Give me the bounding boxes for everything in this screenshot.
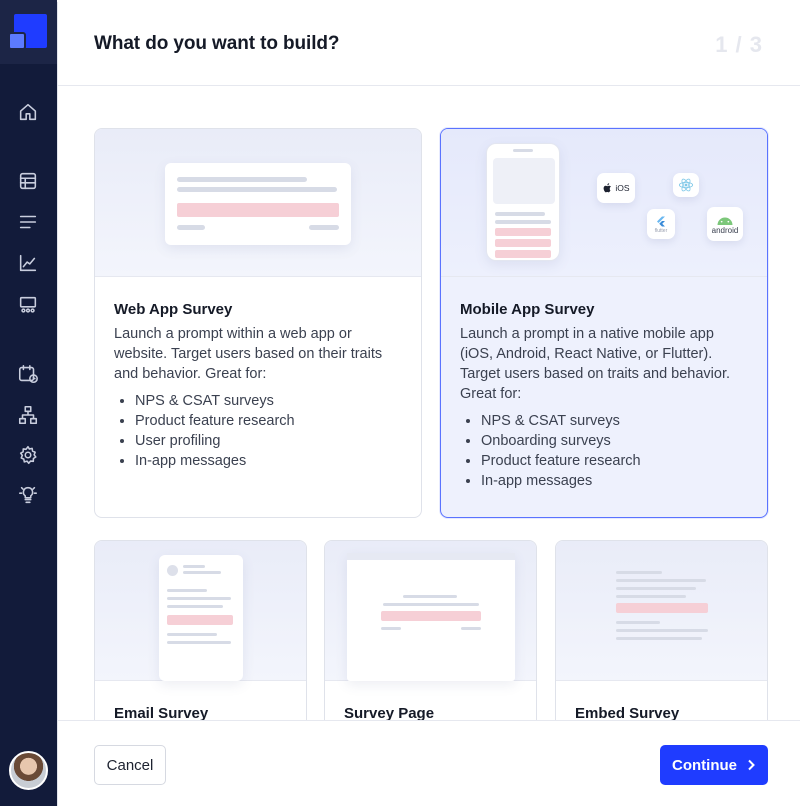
email-preview (95, 541, 306, 681)
list-icon[interactable] (16, 210, 40, 234)
flutter-icon: flutter (647, 209, 675, 239)
web-app-preview (95, 129, 421, 277)
embed-survey-card[interactable]: Embed Survey (555, 540, 768, 720)
list-item: In-app messages (114, 451, 295, 471)
platform-label: android (711, 225, 739, 235)
web-app-survey-card[interactable]: Web App Survey Launch a prompt within a … (94, 128, 422, 518)
mobile-app-preview: iOS flutter android (441, 129, 767, 277)
react-icon (673, 173, 699, 197)
card-title: Mobile App Survey (460, 301, 595, 318)
survey-type-grid: Web App Survey Launch a prompt within a … (58, 87, 800, 720)
embed-preview (556, 541, 767, 681)
home-icon[interactable] (16, 100, 40, 124)
avatar[interactable] (9, 751, 48, 790)
gear-icon[interactable] (16, 443, 40, 467)
list-item: Product feature research (460, 451, 641, 471)
list-item: NPS & CSAT surveys (114, 391, 295, 411)
card-description: Launch a prompt within a web app or webs… (114, 326, 383, 382)
card-title: Embed Survey (575, 705, 680, 720)
step-counter: 1 / 3 (715, 32, 763, 57)
card-description: Launch a prompt in a native mobile app (… (460, 326, 731, 402)
card-title: Email Survey (114, 705, 209, 720)
dialog-header: What do you want to build? 1 / 3 (58, 2, 800, 86)
dialog-title: What do you want to build? (94, 33, 340, 54)
survey-page-preview (325, 541, 536, 681)
logo-area[interactable] (0, 0, 57, 64)
use-case-list: NPS & CSAT surveys Onboarding surveys Pr… (460, 411, 641, 491)
apple-icon: iOS (597, 173, 635, 203)
build-dialog: What do you want to build? 1 / 3 Web App… (57, 2, 800, 806)
platform-label: flutter (654, 227, 668, 234)
android-icon: android (707, 207, 743, 241)
lightbulb-icon[interactable] (16, 483, 40, 507)
list-item: User profiling (114, 431, 295, 451)
cancel-button[interactable]: Cancel (94, 745, 166, 785)
card-title: Web App Survey (114, 301, 233, 318)
list-item: NPS & CSAT surveys (460, 411, 641, 431)
list-item: Onboarding surveys (460, 431, 641, 451)
use-case-list: NPS & CSAT surveys Product feature resea… (114, 391, 295, 471)
mobile-app-survey-card[interactable]: iOS flutter android Mobile App Survey La… (440, 128, 768, 518)
survey-page-card[interactable]: Survey Page (324, 540, 537, 720)
card-title: Survey Page (344, 705, 435, 720)
list-item: In-app messages (460, 471, 641, 491)
sidebar (0, 0, 57, 806)
calendar-clock-icon[interactable] (16, 362, 40, 386)
continue-label: Continue (672, 756, 737, 774)
list-item: Product feature research (114, 411, 295, 431)
dialog-footer: Cancel Continue (58, 720, 800, 806)
platform-label: iOS (615, 183, 630, 193)
chart-icon[interactable] (16, 251, 40, 275)
presentation-icon[interactable] (16, 293, 40, 317)
continue-button[interactable]: Continue (660, 745, 768, 785)
sitemap-icon[interactable] (16, 403, 40, 427)
app-logo (8, 14, 48, 54)
chevron-right-icon (748, 759, 755, 771)
table-icon[interactable] (16, 169, 40, 193)
email-survey-card[interactable]: Email Survey (94, 540, 307, 720)
